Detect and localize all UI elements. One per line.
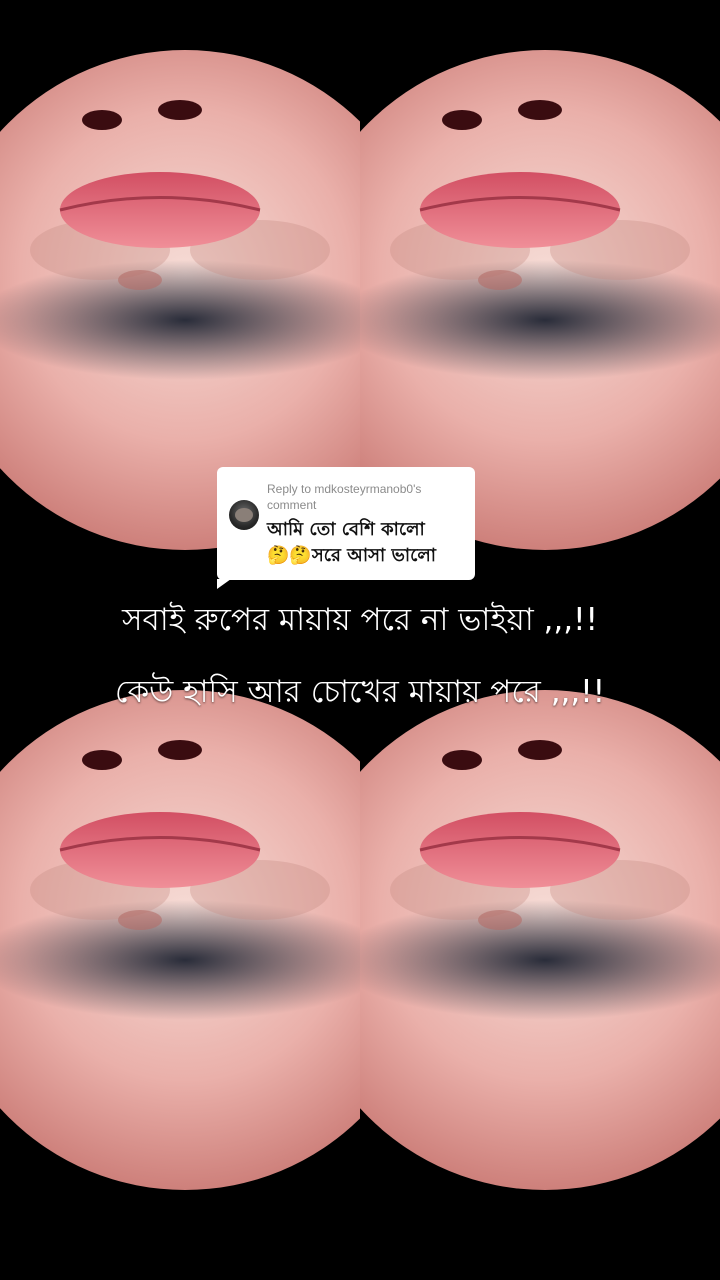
- photo-tile-bottom-left: [0, 640, 360, 1200]
- face-closeup-image: [0, 640, 360, 1200]
- face-closeup-image: [360, 640, 720, 1200]
- comment-line-2: 🤔🤔সরে আসা ভালো: [267, 545, 436, 566]
- caption-line-1: সবাই রুপের মায়ায় পরে না ভাইয়া ,,,!!: [122, 602, 598, 638]
- caption-line-2: কেউ হাসি আর চোখের মায়ায় পরে ,,,!!: [114, 674, 606, 710]
- avatar[interactable]: [229, 500, 259, 530]
- comment-line-1: আমি তো বেশি কালো: [267, 519, 425, 540]
- photo-tile-bottom-right: [360, 640, 720, 1200]
- reply-comment-card[interactable]: Reply to mdkosteyrmanob0's comment আমি ত…: [217, 467, 475, 589]
- reply-to-label: Reply to mdkosteyrmanob0's comment: [267, 482, 422, 512]
- avatar-face: [235, 508, 253, 522]
- reply-card-tail: [217, 579, 231, 589]
- reply-comment-text: আমি তো বেশি কালো 🤔🤔সরে আসা ভালো: [267, 517, 472, 569]
